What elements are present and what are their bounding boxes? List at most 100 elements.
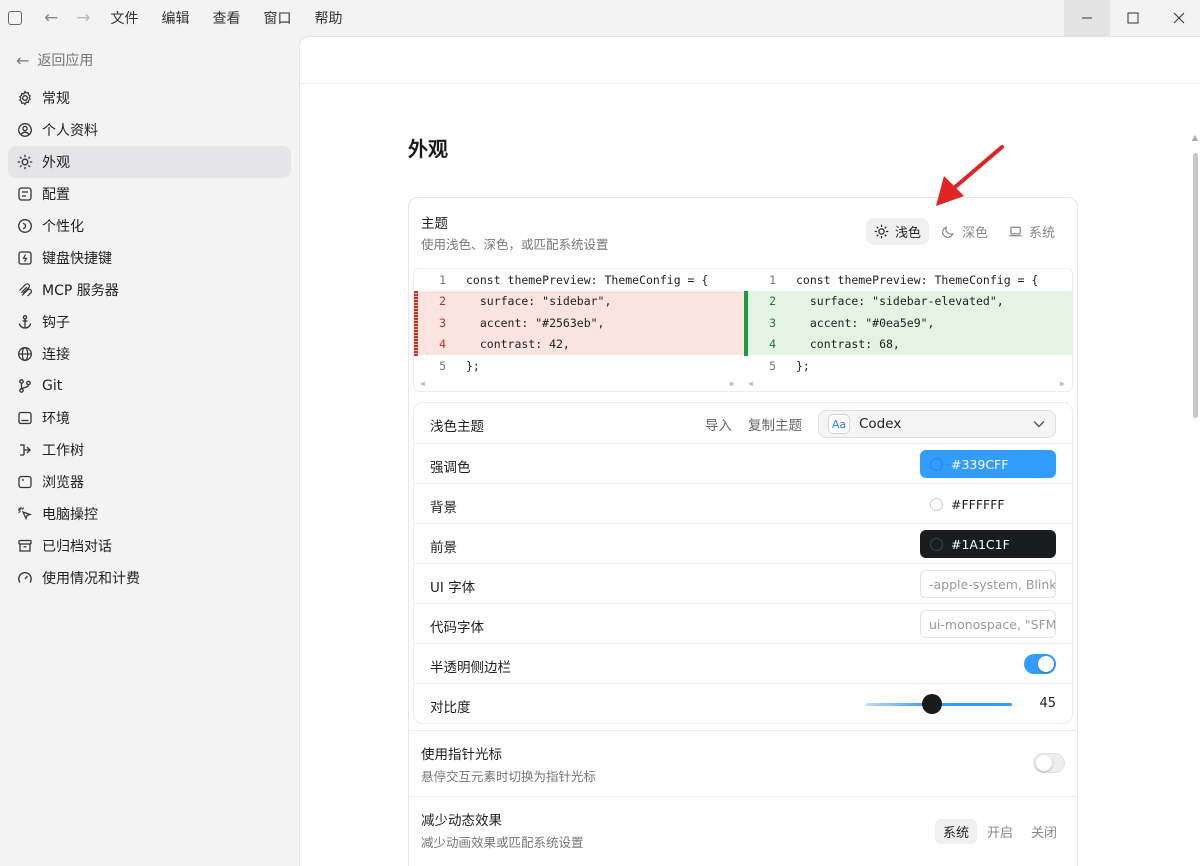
diff-left-pane: 1 const themePreview: ThemeConfig = { 2 s… [414,269,744,391]
menu-edit[interactable]: 编辑 [162,8,190,28]
theme-preset-value: Codex [859,416,902,432]
pointer-cursor-toggle[interactable] [1033,753,1065,773]
contrast-slider-thumb[interactable] [921,694,942,714]
forward-arrow-icon[interactable]: → [76,9,90,27]
motion-option-on[interactable]: 开启 [979,819,1021,844]
sidebar-item-keyboard-shortcuts[interactable]: 键盘快捷键 [8,242,291,274]
light-theme-header-row: 浅色主题 导入 复制主题 Aa Codex [414,403,1072,443]
sidebar-item-appearance[interactable]: 外观 [8,146,291,178]
ui-font-input[interactable]: -apple-system, BlinkMacSystemFont [920,570,1056,598]
theme-preset-select[interactable]: Aa Codex [818,410,1056,438]
accent-color-input[interactable]: #339CFF [920,450,1056,478]
moon-icon [942,226,954,238]
sidebar-nav: 常规 个人资料 外观 配置 个性化 键盘快捷键 MCP 服务器 钩子 连接 Gi… [8,82,291,594]
sidebar-item-config[interactable]: 配置 [8,178,291,210]
sidebar-item-label: 已归档对话 [42,539,112,555]
sun-icon [874,224,889,239]
code-text: contrast: 68, [796,337,900,352]
settings-main-panel: ▲ 外观 主题 使用浅色、深色，或匹配系统设置 浅色 深色 系统 1 const … [299,36,1200,866]
sidebar-item-mcp-servers[interactable]: MCP 服务器 [8,274,291,306]
menu-file[interactable]: 文件 [111,8,139,28]
scroll-left-arrow-icon[interactable]: ◀ [420,379,425,388]
sidebar-item-environment[interactable]: 环境 [8,402,291,434]
motion-option-system[interactable]: 系统 [934,819,977,844]
import-theme-button[interactable]: 导入 [705,414,732,434]
theme-option-dark[interactable]: 深色 [933,218,996,245]
diff-line: 1 const themePreview: ThemeConfig = { [744,269,1072,291]
scroll-right-arrow-icon[interactable]: ▶ [730,379,735,388]
background-color-row: 背景 #FFFFFF [414,483,1072,523]
scroll-right-arrow-icon[interactable]: ▶ [1060,379,1065,388]
sidebar-toggle-icon[interactable] [8,11,22,25]
pointer-cursor-label: 使用指针光标 [421,747,502,763]
sidebar-item-label: 键盘快捷键 [42,251,112,267]
background-color-input[interactable]: #FFFFFF [920,490,1056,518]
sidebar-item-archived-chats[interactable]: 已归档对话 [8,530,291,562]
line-number: 1 [439,272,446,287]
sidebar-item-general[interactable]: 常规 [8,82,291,114]
maximize-button[interactable] [1110,0,1156,36]
scroll-up-arrow-icon[interactable]: ▲ [1192,133,1198,142]
code-text: contrast: 42, [466,337,570,352]
menu-view[interactable]: 查看 [213,8,241,28]
code-font-input[interactable]: ui-monospace, "SFMono-Regular" [920,610,1056,638]
theme-option-system[interactable]: 系统 [1000,218,1063,245]
foreground-color-input[interactable]: #1A1C1F [920,530,1056,558]
menu-window[interactable]: 窗口 [264,8,292,28]
code-text: accent: "#2563eb", [466,315,605,330]
gauge-icon [17,570,33,586]
sidebar-item-worktree[interactable]: 工作树 [8,434,291,466]
sidebar-item-label: 配置 [42,187,70,203]
back-arrow-icon[interactable]: ← [44,9,58,27]
back-to-app-label: 返回应用 [37,53,94,69]
sidebar-item-computer-control[interactable]: 电脑操控 [8,498,291,530]
code-text: surface: "sidebar", [466,294,612,309]
reduce-motion-label: 减少动态效果 [421,813,502,829]
sidebar-item-label: 使用情况和计费 [42,571,140,587]
menu-help[interactable]: 帮助 [315,8,343,28]
sidebar-item-personalize[interactable]: 个性化 [8,210,291,242]
code-text: accent: "#0ea5e9", [796,315,935,330]
back-to-app-link[interactable]: ← 返回应用 [16,50,93,70]
sidebar-item-profile[interactable]: 个人资料 [8,114,291,146]
sidebar-item-browser[interactable]: 浏览器 [8,466,291,498]
theme-option-light[interactable]: 浅色 [865,218,929,245]
sidebar-item-usage-billing[interactable]: 使用情况和计费 [8,562,291,594]
ui-font-row: UI 字体 -apple-system, BlinkMacSystemFont [414,563,1072,603]
sidebar-item-label: 常规 [42,91,70,107]
copy-theme-button[interactable]: 复制主题 [748,414,802,434]
mcp-icon [17,282,33,298]
motion-option-off[interactable]: 关闭 [1023,819,1065,844]
sidebar-item-connections[interactable]: 连接 [8,338,291,370]
diff-line-added: 3 accent: "#0ea5e9", [744,312,1072,334]
color-swatch [930,537,943,551]
diff-line-removed: 3 accent: "#2563eb", [414,312,744,334]
laptop-icon [1009,226,1022,237]
sidebar-item-git[interactable]: Git [8,370,291,402]
sidebar-item-label: 工作树 [42,443,84,459]
appearance-card: 主题 使用浅色、深色，或匹配系统设置 浅色 深色 系统 1 const theme… [408,197,1078,866]
line-number: 1 [769,272,776,287]
vertical-scrollbar[interactable] [1193,153,1198,418]
line-number: 5 [769,358,776,373]
terminal-icon [17,410,33,426]
light-theme-actions: 导入 复制主题 Aa Codex [705,410,1056,438]
settings-sidebar: ← 返回应用 常规 个人资料 外观 配置 个性化 键盘快捷键 MCP 服务器 钩… [0,36,298,866]
pointer-cursor-description: 悬停交互元素时切换为指针光标 [421,769,597,784]
sidebar-item-hooks[interactable]: 钩子 [8,306,291,338]
translucent-sidebar-toggle[interactable] [1024,654,1056,674]
minimize-icon [1082,17,1092,19]
close-button[interactable] [1156,0,1200,36]
line-number: 4 [744,337,786,352]
accent-color-row: 强调色 #339CFF [414,443,1072,483]
minimize-button[interactable] [1064,0,1110,36]
computer-control-icon [17,506,33,522]
theme-option-label: 深色 [961,226,988,241]
keyboard-icon [17,250,33,266]
line-number: 2 [744,294,786,309]
scroll-left-arrow-icon[interactable]: ◀ [748,379,753,388]
background-color-value: #FFFFFF [951,496,1005,512]
close-icon [1173,12,1185,24]
background-color-label: 背景 [430,500,457,516]
theme-option-label: 系统 [1028,226,1055,241]
